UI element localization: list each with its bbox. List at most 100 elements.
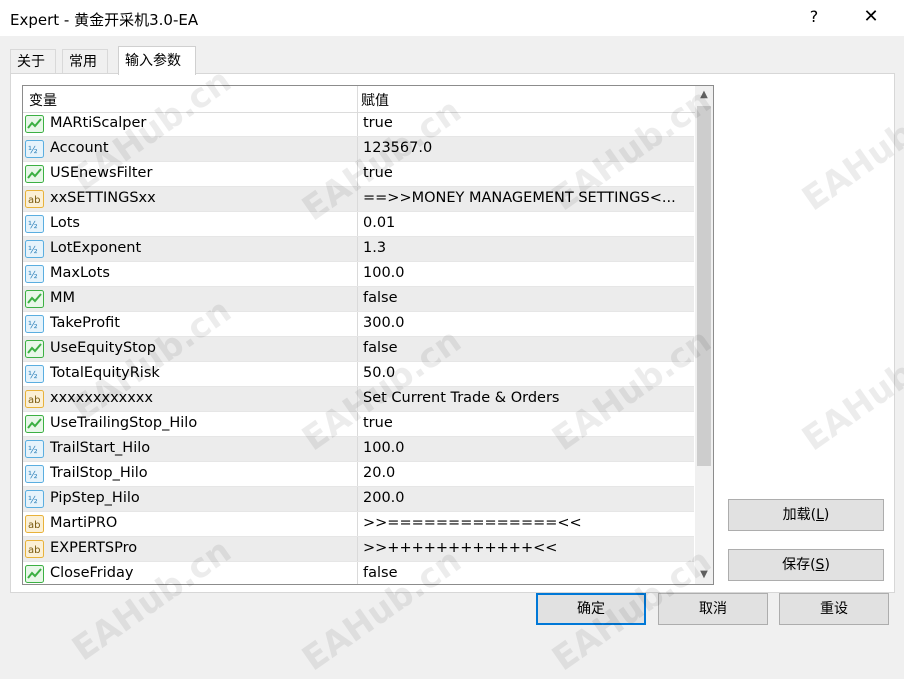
bool-icon (25, 165, 44, 183)
parameter-value[interactable]: >>++++++++++++<< (363, 540, 689, 556)
load-button[interactable]: 加载(L) (728, 499, 884, 531)
parameter-value[interactable]: 300.0 (363, 315, 689, 331)
table-row[interactable]: ½ TotalEquityRisk 50.0 (23, 362, 694, 387)
parameter-value[interactable]: false (363, 565, 689, 581)
svg-text:½: ½ (28, 144, 38, 156)
parameter-value[interactable]: >>==============<< (363, 515, 689, 531)
parameter-value[interactable]: 200.0 (363, 490, 689, 506)
table-row[interactable]: ab xxxxxxxxxxxx Set Current Trade & Orders (23, 387, 694, 412)
tab-about[interactable]: 关于 (10, 49, 56, 74)
parameter-name: MARtiScalper (50, 115, 147, 131)
scroll-thumb[interactable] (697, 106, 711, 466)
parameter-value[interactable]: 100.0 (363, 265, 689, 281)
table-row[interactable]: UseEquityStop false (23, 337, 694, 362)
parameter-value[interactable]: ==>>MONEY MANAGEMENT SETTINGS<... (363, 190, 689, 206)
parameter-name: MartiPRO (50, 515, 118, 531)
table-row[interactable]: ½ TrailStop_Hilo 20.0 (23, 462, 694, 487)
table-row[interactable]: ½ TakeProfit 300.0 (23, 312, 694, 337)
parameter-name: MaxLots (50, 265, 110, 281)
parameter-name: EXPERTSPro (50, 540, 138, 556)
parameter-value[interactable]: Set Current Trade & Orders (363, 390, 689, 406)
table-row[interactable]: ½ LotExponent 1.3 (23, 237, 694, 262)
parameter-name: TrailStart_Hilo (50, 440, 151, 456)
table-row[interactable]: UseTrailingStop_Hilo true (23, 412, 694, 437)
column-header-variable[interactable]: 变量 (29, 90, 57, 110)
svg-text:½: ½ (28, 319, 38, 331)
parameter-name: xxxxxxxxxxxx (50, 390, 153, 406)
ok-button[interactable]: 确定 (536, 593, 646, 625)
cell-divider (357, 412, 358, 436)
table-row[interactable]: ab MartiPRO >>==============<< (23, 512, 694, 537)
parameter-value[interactable]: 50.0 (363, 365, 689, 381)
table-row[interactable]: ab xxSETTINGSxx ==>>MONEY MANAGEMENT SETTI… (23, 187, 694, 212)
table-row[interactable]: MARtiScalper true (23, 112, 694, 137)
cell-divider (357, 537, 358, 561)
close-button[interactable]: ✕ (858, 4, 884, 30)
table-header: 变量 赋值 (23, 86, 695, 113)
parameter-value[interactable]: 123567.0 (363, 140, 689, 156)
parameter-value[interactable]: true (363, 165, 689, 181)
cell-divider (357, 162, 358, 186)
string-icon: ab (25, 190, 44, 208)
column-header-value[interactable]: 赋值 (361, 90, 389, 110)
save-button[interactable]: 保存(S) (728, 549, 884, 581)
table-row[interactable]: USEnewsFilter true (23, 162, 694, 187)
string-icon: ab (25, 540, 44, 558)
window-title: Expert - 黄金开采机3.0-EA (10, 11, 199, 29)
table-row[interactable]: ½ Lots 0.01 (23, 212, 694, 237)
parameter-value[interactable]: 20.0 (363, 465, 689, 481)
bool-icon (25, 340, 44, 358)
svg-text:½: ½ (28, 444, 38, 456)
parameter-name: TrailStop_Hilo (50, 465, 148, 481)
parameter-value[interactable]: true (363, 115, 689, 131)
table-row[interactable]: MM false (23, 287, 694, 312)
cell-divider (357, 562, 358, 584)
number-icon: ½ (25, 490, 44, 508)
cell-divider (357, 112, 358, 136)
svg-text:½: ½ (28, 269, 38, 281)
parameter-value[interactable]: 1.3 (363, 240, 689, 256)
parameter-name: CloseFriday (50, 565, 134, 581)
parameter-value[interactable]: 100.0 (363, 440, 689, 456)
cell-divider (357, 212, 358, 236)
reset-button[interactable]: 重设 (779, 593, 889, 625)
table-row[interactable]: ab EXPERTSPro >>++++++++++++<< (23, 537, 694, 562)
parameter-value[interactable]: true (363, 415, 689, 431)
cancel-button[interactable]: 取消 (658, 593, 768, 625)
cell-divider (357, 337, 358, 361)
parameter-value[interactable]: false (363, 340, 689, 356)
cell-divider (357, 487, 358, 511)
svg-text:ab: ab (28, 195, 40, 206)
parameter-name: UseEquityStop (50, 340, 156, 356)
number-icon: ½ (25, 215, 44, 233)
number-icon: ½ (25, 140, 44, 158)
tab-common[interactable]: 常用 (62, 49, 108, 74)
table-row[interactable]: ½ Account 123567.0 (23, 137, 694, 162)
svg-text:½: ½ (28, 469, 38, 481)
parameter-name: Lots (50, 215, 80, 231)
table-row[interactable]: ½ MaxLots 100.0 (23, 262, 694, 287)
table-body: MARtiScalper true ½ Account 123567.0 USEnewsF… (23, 112, 694, 584)
cell-divider (357, 137, 358, 161)
tab-input-parameters[interactable]: 输入参数 (118, 46, 196, 75)
bool-icon (25, 290, 44, 308)
parameter-name: USEnewsFilter (50, 165, 153, 181)
table-row[interactable]: ½ TrailStart_Hilo 100.0 (23, 437, 694, 462)
cell-divider (357, 462, 358, 486)
parameter-value[interactable]: false (363, 290, 689, 306)
parameter-name: Account (50, 140, 109, 156)
title-bar: Expert - 黄金开采机3.0-EA ? ✕ (0, 0, 904, 36)
parameter-name: xxSETTINGSxx (50, 190, 156, 206)
table-row[interactable]: CloseFriday false (23, 562, 694, 584)
cell-divider (357, 237, 358, 261)
number-icon: ½ (25, 465, 44, 483)
scroll-down-icon[interactable]: ▼ (695, 566, 713, 584)
help-button[interactable]: ? (802, 4, 826, 30)
column-divider[interactable] (357, 86, 358, 112)
vertical-scrollbar[interactable]: ▲ ▼ (695, 86, 713, 584)
parameter-value[interactable]: 0.01 (363, 215, 689, 231)
bool-icon (25, 415, 44, 433)
table-row[interactable]: ½ PipStep_Hilo 200.0 (23, 487, 694, 512)
scroll-up-icon[interactable]: ▲ (695, 86, 713, 104)
number-icon: ½ (25, 440, 44, 458)
